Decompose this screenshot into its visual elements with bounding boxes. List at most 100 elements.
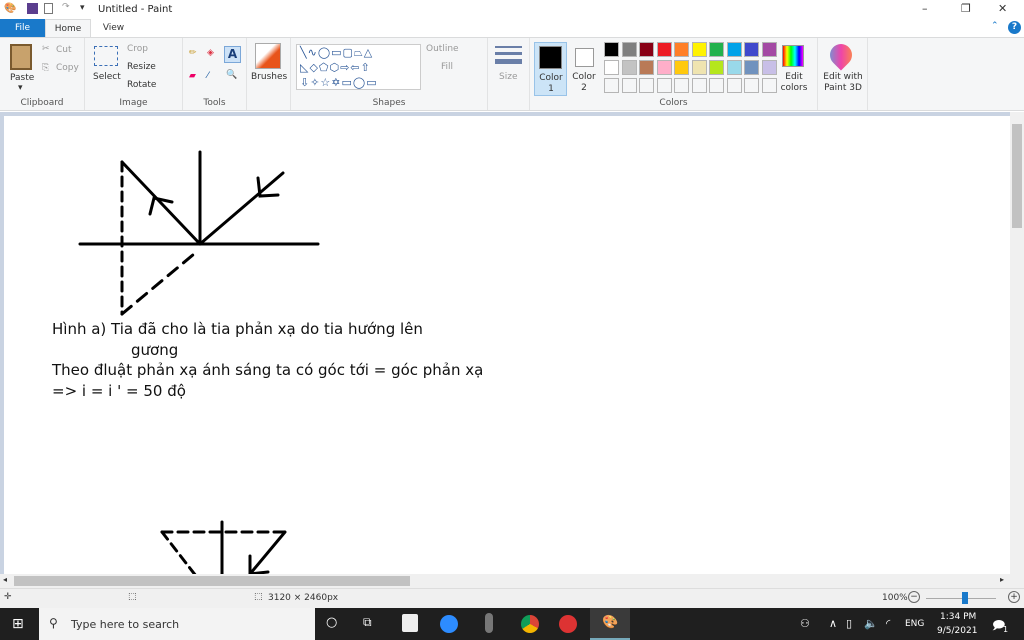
scroll-right-icon[interactable]: ▸ bbox=[1000, 575, 1004, 584]
custom-color-slot[interactable] bbox=[761, 78, 777, 93]
edit-with-paint3d-button[interactable]: Edit with Paint 3D bbox=[820, 72, 866, 94]
color-picker-icon[interactable]: ⁄ bbox=[207, 71, 209, 81]
zoom-slider[interactable] bbox=[926, 598, 996, 599]
palette-color-swatch[interactable] bbox=[639, 60, 654, 75]
zoom-app-icon[interactable] bbox=[440, 615, 458, 633]
clock-date[interactable]: 9/5/2021 bbox=[937, 626, 977, 636]
show-hidden-icons[interactable]: ∧ bbox=[829, 617, 837, 630]
windows-start-icon[interactable]: ⊞ bbox=[12, 616, 24, 632]
drawing-canvas[interactable]: Hình a) Tia đã cho là tia phản xạ do tia… bbox=[4, 116, 1010, 574]
volume-icon[interactable]: 🔈 bbox=[864, 617, 878, 630]
task-view-icon[interactable]: ⧉ bbox=[363, 615, 372, 630]
redo-icon[interactable]: ↷ bbox=[62, 2, 70, 12]
help-icon[interactable]: ? bbox=[1008, 21, 1021, 34]
custom-color-slot[interactable] bbox=[674, 78, 689, 93]
color2-button[interactable]: Color 2 bbox=[568, 42, 601, 96]
cortana-icon[interactable]: ○ bbox=[326, 615, 337, 630]
select-icon[interactable] bbox=[94, 46, 118, 66]
pencil-icon[interactable]: ✏ bbox=[189, 48, 197, 58]
minimize-button[interactable]: – bbox=[922, 2, 928, 15]
fill-icon[interactable]: ◈ bbox=[207, 48, 214, 58]
palette-color-swatch[interactable] bbox=[674, 42, 689, 57]
palette-color-swatch[interactable] bbox=[709, 60, 724, 75]
custom-color-slot[interactable] bbox=[604, 78, 619, 93]
horizontal-scroll-thumb[interactable] bbox=[14, 576, 410, 586]
palette-color-swatch[interactable] bbox=[621, 42, 637, 57]
palette-color-swatch[interactable] bbox=[604, 60, 619, 75]
edit-colors-icon[interactable] bbox=[782, 45, 804, 67]
cut-button[interactable]: Cut bbox=[56, 45, 72, 55]
custom-color-slot[interactable] bbox=[709, 78, 724, 93]
maximize-button[interactable]: ❐ bbox=[961, 2, 971, 15]
palette-color-swatch[interactable] bbox=[761, 42, 777, 57]
color1-button[interactable]: Color 1 bbox=[534, 42, 567, 96]
crop-button[interactable]: Crop bbox=[127, 44, 148, 54]
tab-view[interactable]: View bbox=[91, 19, 136, 37]
paste-dropdown-icon[interactable]: ▾ bbox=[18, 83, 23, 93]
paint-taskbar-button[interactable]: 🎨 bbox=[590, 608, 630, 640]
zoom-in-button[interactable]: + bbox=[1008, 591, 1020, 603]
paste-button[interactable]: Paste bbox=[10, 73, 34, 83]
language-indicator[interactable]: ENG bbox=[905, 619, 924, 629]
vertical-scrollbar[interactable] bbox=[1010, 112, 1024, 574]
edit-colors-button[interactable]: Edit colors bbox=[778, 72, 810, 94]
paste-icon[interactable] bbox=[10, 44, 32, 70]
zoom-slider-thumb[interactable] bbox=[962, 592, 968, 604]
palette-color-swatch[interactable] bbox=[691, 42, 707, 57]
palette-color-swatch[interactable] bbox=[744, 60, 759, 75]
palette-color-swatch[interactable] bbox=[621, 60, 637, 75]
resize-button[interactable]: Resize bbox=[127, 62, 156, 72]
paint3d-icon[interactable] bbox=[825, 39, 857, 71]
custom-color-slot[interactable] bbox=[639, 78, 654, 93]
copy-button[interactable]: Copy bbox=[56, 63, 79, 73]
fill-button[interactable]: Fill bbox=[426, 62, 453, 72]
custom-color-slot[interactable] bbox=[691, 78, 707, 93]
tab-file[interactable]: File bbox=[0, 19, 45, 37]
custom-color-slot[interactable] bbox=[656, 78, 672, 93]
shapes-gallery[interactable]: ╲∿◯▭▢⏢△ ◺◇⬠⬡⇨⇦⇧ ⇩✧☆✡▭◯▭ bbox=[296, 44, 421, 90]
palette-color-swatch[interactable] bbox=[709, 42, 724, 57]
text-tool-icon[interactable]: A bbox=[224, 46, 241, 63]
save-icon[interactable] bbox=[27, 3, 38, 14]
custom-color-slot[interactable] bbox=[726, 78, 742, 93]
horizontal-scrollbar[interactable]: ◂ ▸ bbox=[0, 574, 1010, 588]
palette-color-swatch[interactable] bbox=[639, 42, 654, 57]
brushes-icon[interactable] bbox=[255, 43, 281, 69]
palette-color-swatch[interactable] bbox=[726, 42, 742, 57]
palette-color-swatch[interactable] bbox=[674, 60, 689, 75]
store-icon[interactable] bbox=[402, 614, 418, 632]
clock-time[interactable]: 1:34 PM bbox=[940, 612, 976, 622]
palette-color-swatch[interactable] bbox=[726, 60, 742, 75]
vertical-scroll-thumb[interactable] bbox=[1012, 124, 1022, 228]
wifi-icon[interactable]: ◜ bbox=[886, 617, 890, 630]
eraser-icon[interactable]: ▰ bbox=[189, 71, 196, 81]
search-box[interactable]: ⚲ Type here to search bbox=[39, 608, 315, 640]
customize-toolbar-icon[interactable]: ▾ bbox=[80, 3, 85, 13]
people-icon[interactable]: ⚇ bbox=[800, 617, 810, 630]
palette-color-swatch[interactable] bbox=[744, 42, 759, 57]
palette-color-swatch[interactable] bbox=[761, 60, 777, 75]
size-button[interactable]: Size bbox=[499, 72, 517, 82]
size-icon[interactable] bbox=[495, 59, 522, 64]
zoom-out-button[interactable]: − bbox=[908, 591, 920, 603]
custom-color-slot[interactable] bbox=[744, 78, 759, 93]
app-icon[interactable] bbox=[559, 615, 577, 633]
tab-home[interactable]: Home bbox=[45, 19, 91, 37]
battery-icon[interactable]: ▯ bbox=[846, 617, 852, 630]
scroll-left-icon[interactable]: ◂ bbox=[3, 575, 7, 584]
collapse-ribbon-icon[interactable]: ⌃ bbox=[991, 21, 999, 31]
rotate-button[interactable]: Rotate bbox=[127, 80, 156, 90]
select-button[interactable]: Select bbox=[93, 72, 121, 82]
magnifier-icon[interactable]: 🔍 bbox=[226, 70, 237, 80]
custom-color-slot[interactable] bbox=[621, 78, 637, 93]
palette-color-swatch[interactable] bbox=[604, 42, 619, 57]
chrome-icon[interactable] bbox=[521, 615, 539, 633]
close-button[interactable]: ✕ bbox=[998, 2, 1007, 15]
palette-color-swatch[interactable] bbox=[656, 60, 672, 75]
microphone-app-icon[interactable] bbox=[485, 613, 493, 633]
palette-color-swatch[interactable] bbox=[656, 42, 672, 57]
palette-color-swatch[interactable] bbox=[691, 60, 707, 75]
brushes-button[interactable]: Brushes bbox=[251, 72, 287, 82]
new-file-icon[interactable] bbox=[44, 3, 53, 14]
outline-button[interactable]: Outline bbox=[426, 44, 459, 54]
